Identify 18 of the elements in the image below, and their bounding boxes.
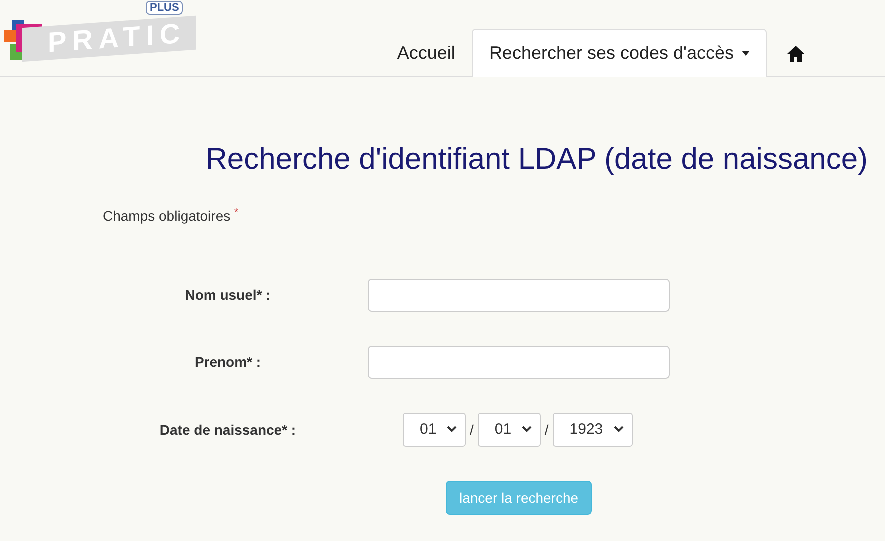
nav-tab[interactable]: Rechercher ses codes d'accès <box>472 29 767 77</box>
chevron-icon <box>614 426 624 434</box>
logo-badge: PLUS <box>146 1 184 15</box>
date-separator: / <box>544 422 549 438</box>
nav-tab[interactable]: Accueil <box>380 29 472 77</box>
input-field[interactable] <box>368 346 670 379</box>
field-label: Nom usuel* : <box>184 287 272 304</box>
field-label: Date de naissance* : <box>158 422 298 438</box>
date-select[interactable]: 01 <box>478 412 541 447</box>
field-label: Prenom* : <box>194 354 262 370</box>
required-note: Champs obligatoires $^{*}$ <box>103 208 238 224</box>
page-title: Recherche d'identifiant LDAP (date de naissance) <box>204 143 868 177</box>
chevron-icon <box>522 426 532 434</box>
date-separator: / <box>470 422 474 438</box>
date-select[interactable]: 1923 <box>552 412 633 447</box>
chevron-icon <box>447 426 457 434</box>
date-select[interactable]: 01 <box>403 412 466 447</box>
input-field[interactable] <box>368 278 670 312</box>
